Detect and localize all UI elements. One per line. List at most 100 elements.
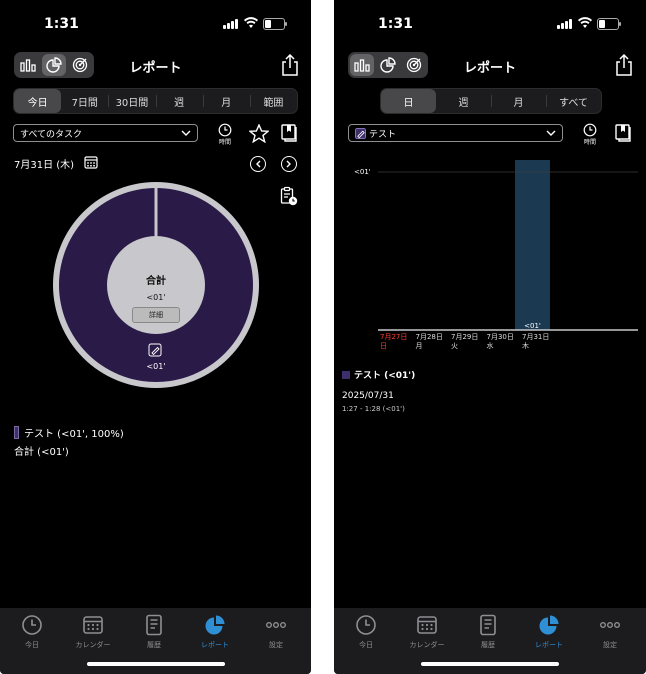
record-time: 1:27 - 1:28 (<01')	[342, 405, 405, 413]
tab-label: カレンダー	[409, 641, 445, 649]
task-filter-select[interactable]: すべてのタスク	[13, 124, 198, 142]
clock-icon	[583, 123, 597, 137]
bar-legend: テスト (<01')	[342, 368, 415, 381]
daily-bar-chart: <01' <01' 7月27日日 7月28日月 7月29日火 7月30日水 7月31日木	[354, 160, 638, 350]
chevron-right-icon	[286, 160, 291, 168]
y-tick-label: <01'	[354, 168, 371, 176]
chevron-left-icon	[256, 160, 261, 168]
tab-label: カレンダー	[75, 641, 111, 649]
x-tick-weekday: 月	[416, 342, 423, 350]
time-sort-button[interactable]: 時間	[583, 123, 597, 146]
detail-button[interactable]: 詳細	[132, 307, 180, 323]
donut-slice-gap	[154, 186, 158, 238]
tab-label: 今日	[25, 641, 39, 649]
period-tab-0[interactable]: 日	[381, 89, 436, 113]
more-icon	[266, 621, 286, 628]
status-time: 1:31	[44, 16, 79, 32]
clock-icon	[218, 123, 232, 137]
legend-swatch	[342, 371, 350, 379]
clipboard-clock-icon[interactable]	[280, 186, 298, 206]
selected-day-column[interactable]	[515, 160, 550, 330]
task-filter-select[interactable]: テスト	[348, 124, 563, 142]
legend-total: 合計 (<01')	[14, 447, 69, 458]
pie-chart-icon	[539, 615, 559, 635]
tab-clock[interactable]: 今日	[336, 614, 396, 650]
period-tab-1[interactable]: 週	[436, 89, 491, 113]
period-tab-2[interactable]: 30日間	[108, 89, 155, 113]
tab-more[interactable]: 設定	[246, 614, 306, 650]
battery-icon	[597, 18, 621, 30]
clock-icon	[22, 615, 42, 635]
tab-label: 履歴	[147, 641, 161, 649]
tab-label: 設定	[603, 641, 617, 649]
time-sort-label: 時間	[583, 139, 596, 146]
pencil-tag-icon	[355, 127, 366, 139]
report-bar-screen: 1:31 レポート 日週月すべて テスト 時間 <01' <01' 7月27日日 7月…	[334, 0, 646, 674]
wifi-icon	[578, 17, 592, 28]
period-tab-5[interactable]: 範囲	[249, 89, 297, 113]
history-icon	[480, 614, 496, 636]
period-segmented-control: 日週月すべて	[380, 88, 602, 114]
calendar-icon[interactable]	[84, 155, 98, 169]
period-tab-4[interactable]: 月	[202, 89, 250, 113]
x-tick-weekday: 火	[451, 342, 458, 350]
tab-label: 設定	[269, 641, 283, 649]
legend-item-label: テスト (<01')	[354, 371, 416, 381]
chevron-down-icon	[546, 130, 556, 136]
star-icon[interactable]	[249, 124, 269, 143]
period-tab-3[interactable]: すべて	[546, 89, 601, 113]
legend-swatch	[14, 426, 19, 439]
x-tick-date: 7月30日	[487, 333, 514, 341]
book-icon[interactable]	[615, 124, 631, 142]
wifi-icon	[244, 17, 258, 28]
status-time: 1:31	[378, 16, 413, 32]
page-title: レポート	[463, 61, 516, 76]
legend-item-label: テスト (<01', 100%)	[24, 429, 124, 440]
record-date: 2025/07/31	[342, 391, 394, 401]
battery-icon	[263, 18, 287, 30]
legend-item-test[interactable]: テスト (<01', 100%)	[14, 425, 124, 440]
period-segmented-control: 今日 7日間 30日間週月範囲	[13, 88, 298, 114]
period-tab-3[interactable]: 週	[155, 89, 203, 113]
donut-slice-value: <01'	[146, 362, 165, 371]
calendar-icon	[83, 616, 103, 634]
tab-history[interactable]: 履歴	[124, 614, 184, 650]
next-day-button[interactable]	[281, 156, 297, 172]
tab-label: 履歴	[481, 641, 495, 649]
more-icon	[600, 621, 620, 628]
report-today-screen: 1:31 レポート 今日 7日間 30日間週月範囲 すべてのタスク 時間 7月31日…	[0, 0, 311, 674]
x-tick-date: 7月29日	[451, 333, 478, 341]
period-tab-2[interactable]: 月	[491, 89, 546, 113]
task-filter-value: テスト	[369, 129, 397, 140]
x-tick-date: 7月27日	[380, 333, 407, 341]
signal-icon	[557, 19, 573, 29]
x-tick-weekday: 木	[522, 341, 529, 350]
tab-history[interactable]: 履歴	[458, 614, 518, 650]
share-icon[interactable]	[614, 54, 634, 76]
tab-label: レポート	[201, 641, 229, 649]
tab-calendar[interactable]: カレンダー	[397, 614, 457, 650]
total-label: 合計	[146, 276, 166, 287]
share-icon[interactable]	[280, 54, 300, 76]
status-bar: 1:31	[0, 0, 311, 40]
x-tick-weekday: 水	[487, 341, 494, 350]
previous-day-button[interactable]	[250, 156, 266, 172]
donut-center: 合計 <01' 詳細	[107, 238, 205, 336]
tab-calendar[interactable]: カレンダー	[63, 614, 123, 650]
x-tick-date: 7月31日	[522, 333, 549, 341]
tab-pie-chart[interactable]: レポート	[519, 614, 579, 650]
tab-label: 今日	[359, 641, 373, 649]
task-filter-value: すべてのタスク	[20, 129, 83, 140]
time-sort-label: 時間	[218, 139, 231, 146]
chevron-down-icon	[181, 130, 191, 136]
home-indicator	[421, 662, 559, 666]
period-tab-1[interactable]: 7日間	[61, 89, 108, 113]
book-icon[interactable]	[281, 124, 297, 142]
period-tab-0[interactable]: 今日	[14, 89, 62, 113]
tab-clock[interactable]: 今日	[2, 614, 62, 650]
tab-pie-chart[interactable]: レポート	[185, 614, 245, 650]
selected-date: 7月31日 (木)	[14, 156, 74, 171]
calendar-icon	[417, 616, 437, 634]
time-sort-button[interactable]: 時間	[218, 123, 232, 146]
tab-more[interactable]: 設定	[580, 614, 640, 650]
